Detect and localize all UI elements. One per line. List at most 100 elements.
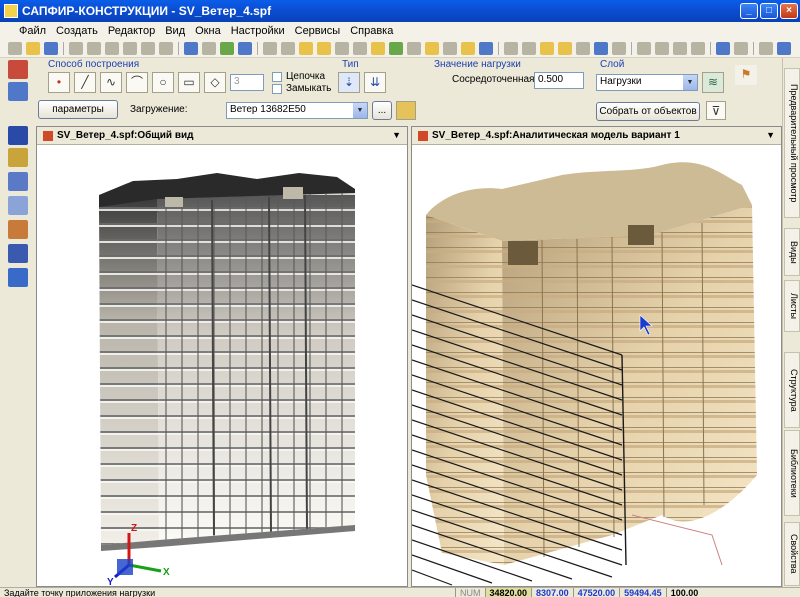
refresh-icon[interactable] [220, 42, 234, 55]
menu-windows[interactable]: Окна [190, 25, 226, 37]
flag-icon[interactable]: ⚑ [734, 64, 758, 86]
view-wire-icon[interactable] [576, 42, 590, 55]
rotate-tool-icon[interactable] [8, 268, 28, 287]
close-button[interactable]: × [780, 3, 798, 19]
tab-libraries[interactable]: Библиотеки [784, 430, 800, 516]
tab-structure[interactable]: Структура [784, 352, 800, 428]
measure-tool-icon[interactable] [8, 196, 28, 215]
pin-tool-icon[interactable] [8, 60, 28, 79]
new-file-icon[interactable] [8, 42, 22, 55]
snap-icon[interactable] [263, 42, 277, 55]
beam-icon[interactable] [371, 42, 385, 55]
orbit-icon[interactable] [655, 42, 669, 55]
analytic-view-window[interactable]: SV_Ветер_4.spf:Аналитическая модель вари… [411, 126, 782, 587]
rectangle-shape-button[interactable]: ▭ [178, 72, 200, 93]
load-distributed-type-button[interactable]: ⇊ [364, 72, 386, 93]
polygon-shape-button[interactable]: ◇ [204, 72, 226, 93]
general-view-window[interactable]: SV_Ветер_4.spf:Общий вид ▼ Z X Y [36, 126, 408, 587]
tab-sheets[interactable]: Листы [784, 280, 800, 332]
select-arrow-icon[interactable] [8, 126, 28, 145]
delete-icon[interactable] [123, 42, 137, 55]
properties-icon[interactable] [734, 42, 748, 55]
view-top-icon[interactable] [504, 42, 518, 55]
chevron-down-icon[interactable]: ▼ [766, 130, 775, 140]
loading-browse-button[interactable]: ... [372, 101, 392, 120]
menu-editor[interactable]: Редактор [103, 25, 160, 37]
analytic-view-canvas[interactable] [412, 145, 781, 586]
chain-checkbox[interactable] [272, 72, 282, 82]
menu-settings[interactable]: Настройки [226, 25, 290, 37]
tile-icon[interactable] [759, 42, 773, 55]
tab-preview[interactable]: Предварительный просмотр [784, 68, 800, 218]
zoom-icon[interactable] [637, 42, 651, 55]
menu-help[interactable]: Справка [345, 25, 398, 37]
count-input[interactable]: 3 [230, 74, 264, 91]
general-view-canvas[interactable]: Z X Y [37, 145, 407, 586]
slab-icon[interactable] [389, 42, 403, 55]
line-shape-button[interactable]: ╱ [74, 72, 96, 93]
load-tool-icon[interactable] [8, 244, 28, 263]
grid-icon[interactable] [281, 42, 295, 55]
save-icon[interactable] [44, 42, 58, 55]
view-section-icon[interactable] [612, 42, 626, 55]
print-preview-icon[interactable] [159, 42, 173, 55]
print-icon[interactable] [141, 42, 155, 55]
layer-icon[interactable] [299, 42, 313, 55]
loading-label: Загружение: [130, 104, 188, 115]
door-icon[interactable] [425, 42, 439, 55]
wall-icon[interactable] [335, 42, 349, 55]
polygon-tool-icon[interactable] [8, 172, 28, 191]
close-checkbox[interactable] [272, 84, 282, 94]
layers-icon[interactable] [716, 42, 730, 55]
separator [753, 42, 754, 55]
status-bar: Задайте точку приложения нагрузки NUM 34… [0, 587, 800, 597]
hand-tool-icon[interactable] [8, 220, 28, 239]
view-front-icon[interactable] [522, 42, 536, 55]
paste-icon[interactable] [105, 42, 119, 55]
floor-icon[interactable] [317, 42, 331, 55]
loading-select[interactable]: Ветер 13682Е50 ▼ [226, 102, 368, 119]
undo-icon[interactable] [184, 42, 198, 55]
window-icon[interactable] [407, 42, 421, 55]
arc-shape-button[interactable]: ⌒ [126, 72, 148, 93]
params-button[interactable]: параметры [38, 100, 118, 119]
view-shaded-icon[interactable] [558, 42, 572, 55]
gear-icon[interactable] [673, 42, 687, 55]
redo-icon[interactable] [202, 42, 216, 55]
concentrated-input[interactable]: 0.500 [534, 72, 584, 89]
menu-create[interactable]: Создать [51, 25, 103, 37]
load-filter-icon[interactable] [396, 101, 416, 120]
settings-icon[interactable] [691, 42, 705, 55]
grid-tool-icon[interactable] [8, 82, 28, 101]
tab-views[interactable]: Виды [784, 228, 800, 276]
brush-tool-icon[interactable] [8, 148, 28, 167]
layer-manager-icon[interactable]: ≋ [702, 72, 724, 93]
polyline-shape-button[interactable]: ∿ [100, 72, 122, 93]
chevron-down-icon[interactable]: ▼ [392, 130, 401, 140]
pin-icon[interactable] [777, 42, 791, 55]
open-file-icon[interactable] [26, 42, 40, 55]
help-icon[interactable] [238, 42, 252, 55]
dimension-icon[interactable] [479, 42, 493, 55]
view-3d-icon[interactable] [540, 42, 554, 55]
cut-icon[interactable] [69, 42, 83, 55]
copy-icon[interactable] [87, 42, 101, 55]
stair-icon[interactable] [443, 42, 457, 55]
tab-properties[interactable]: Свойства [784, 522, 800, 586]
separator [710, 42, 711, 55]
load-down-type-button[interactable]: ⇣ [338, 72, 360, 93]
menu-view[interactable]: Вид [160, 25, 190, 37]
axis-x-label: X [163, 567, 170, 578]
point-shape-button[interactable]: • [48, 72, 70, 93]
filter-icon[interactable]: ⊽ [706, 101, 726, 120]
layer-select[interactable]: Нагрузки ▼ [596, 74, 698, 91]
collect-from-objects-button[interactable]: Собрать от объектов [596, 102, 700, 121]
menu-services[interactable]: Сервисы [290, 25, 346, 37]
maximize-button[interactable]: □ [760, 3, 778, 19]
roof-icon[interactable] [461, 42, 475, 55]
circle-shape-button[interactable]: ○ [152, 72, 174, 93]
menu-file[interactable]: Файл [14, 25, 51, 37]
minimize-button[interactable]: _ [740, 3, 758, 19]
view-analytic-icon[interactable] [594, 42, 608, 55]
column-icon[interactable] [353, 42, 367, 55]
